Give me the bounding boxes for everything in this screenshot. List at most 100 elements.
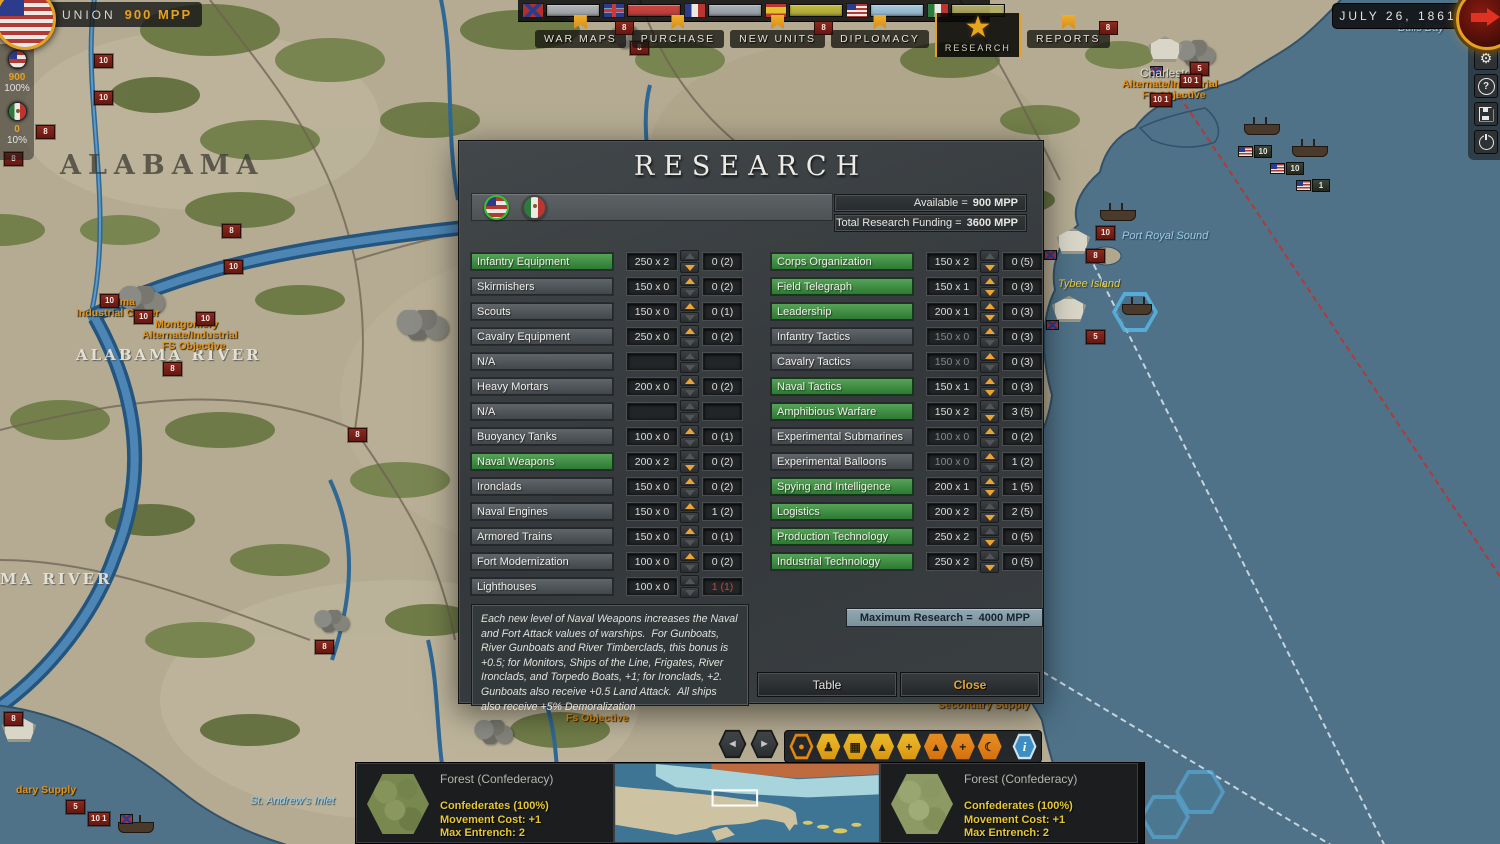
flag-icon[interactable]: [8, 102, 27, 121]
ship-tybee[interactable]: [1122, 304, 1152, 315]
research-item-label[interactable]: Infantry Equipment: [471, 253, 613, 270]
increase-investment-button[interactable]: [980, 525, 999, 536]
research-item-label[interactable]: Cavalry Equipment: [471, 328, 613, 345]
minimap[interactable]: [614, 763, 880, 843]
increase-investment-button[interactable]: [680, 425, 699, 436]
research-item-label[interactable]: Industrial Technology: [771, 553, 913, 570]
decrease-investment-button[interactable]: [980, 512, 999, 523]
increase-investment-button[interactable]: [980, 500, 999, 511]
research-item-label[interactable]: Leadership: [771, 303, 913, 320]
next-unit-button[interactable]: ►: [750, 729, 779, 759]
decrease-investment-button[interactable]: [980, 537, 999, 548]
info-icon[interactable]: i: [1012, 733, 1037, 760]
mexico-flag-select[interactable]: [522, 195, 547, 220]
decrease-investment-button[interactable]: [980, 437, 999, 448]
increase-investment-button[interactable]: [980, 550, 999, 561]
decrease-investment-button[interactable]: [680, 412, 699, 423]
increase-investment-button[interactable]: [680, 300, 699, 311]
close-button[interactable]: Close: [900, 672, 1040, 697]
table-button[interactable]: Table: [757, 672, 897, 697]
increase-investment-button[interactable]: [980, 350, 999, 361]
research-item-label[interactable]: Heavy Mortars: [471, 378, 613, 395]
research-item-label[interactable]: Naval Tactics: [771, 378, 913, 395]
research-item-label[interactable]: Logistics: [771, 503, 913, 520]
research-item-label[interactable]: Scouts: [471, 303, 613, 320]
research-item-label[interactable]: Fort Modernization: [471, 553, 613, 570]
menu-diplomacy[interactable]: ★ Diplomacy: [831, 15, 929, 48]
decrease-investment-button[interactable]: [980, 362, 999, 373]
increase-investment-button[interactable]: [980, 300, 999, 311]
increase-investment-button[interactable]: [980, 325, 999, 336]
decrease-investment-button[interactable]: [980, 412, 999, 423]
increase-investment-button[interactable]: [980, 375, 999, 386]
flag-icon[interactable]: [8, 50, 27, 69]
decrease-investment-button[interactable]: [680, 537, 699, 548]
decrease-investment-button[interactable]: [680, 262, 699, 273]
increase-investment-button[interactable]: [680, 350, 699, 361]
decrease-investment-button[interactable]: [980, 387, 999, 398]
quit-button[interactable]: [1474, 130, 1498, 154]
increase-investment-button[interactable]: [680, 525, 699, 536]
decrease-investment-button[interactable]: [680, 287, 699, 298]
research-item-label[interactable]: Armored Trains: [471, 528, 613, 545]
decrease-investment-button[interactable]: [680, 387, 699, 398]
decrease-investment-button[interactable]: [680, 437, 699, 448]
decrease-investment-button[interactable]: [680, 512, 699, 523]
increase-investment-button[interactable]: [680, 400, 699, 411]
decrease-investment-button[interactable]: [980, 562, 999, 573]
research-item-label[interactable]: Experimental Balloons: [771, 453, 913, 470]
decrease-investment-button[interactable]: [680, 312, 699, 323]
increase-investment-button[interactable]: [980, 425, 999, 436]
research-item-label[interactable]: Cavalry Tactics: [771, 353, 913, 370]
help-button[interactable]: ?: [1474, 74, 1498, 98]
increase-investment-button[interactable]: [980, 400, 999, 411]
usa-flag-select[interactable]: [484, 195, 509, 220]
medic-icon[interactable]: +: [950, 733, 975, 760]
research-item-label[interactable]: Production Technology: [771, 528, 913, 545]
increase-investment-button[interactable]: [680, 450, 699, 461]
town-montgomery[interactable]: [396, 310, 450, 340]
research-item-label[interactable]: Experimental Submarines: [771, 428, 913, 445]
increase-investment-button[interactable]: [980, 250, 999, 261]
increase-investment-button[interactable]: [980, 475, 999, 486]
research-item-label[interactable]: N/A: [471, 353, 613, 370]
headquarters-icon[interactable]: ▦: [843, 733, 868, 760]
increase-investment-button[interactable]: [680, 500, 699, 511]
increase-investment-button[interactable]: [680, 475, 699, 486]
supply-hex-icon[interactable]: ●: [789, 733, 814, 760]
research-item-label[interactable]: Skirmishers: [471, 278, 613, 295]
increase-investment-button[interactable]: [680, 275, 699, 286]
upgrade-icon[interactable]: ▲: [870, 733, 895, 760]
town[interactable]: [474, 720, 514, 744]
previous-unit-button[interactable]: ◄: [718, 729, 747, 759]
unit-mode-icon[interactable]: ♟: [816, 733, 841, 760]
increase-investment-button[interactable]: [680, 375, 699, 386]
decrease-investment-button[interactable]: [680, 362, 699, 373]
menu-reports[interactable]: ★ Reports 8: [1027, 15, 1110, 48]
increase-investment-button[interactable]: [680, 575, 699, 586]
research-item-label[interactable]: Amphibious Warfare: [771, 403, 913, 420]
decrease-investment-button[interactable]: [680, 462, 699, 473]
decrease-investment-button[interactable]: [980, 462, 999, 473]
research-item-label[interactable]: Lighthouses: [471, 578, 613, 595]
union-ship[interactable]: [1292, 146, 1328, 157]
research-item-label[interactable]: Ironclads: [471, 478, 613, 495]
decrease-investment-button[interactable]: [680, 487, 699, 498]
save-button[interactable]: [1474, 102, 1498, 126]
increase-investment-button[interactable]: [980, 275, 999, 286]
research-item-label[interactable]: Spying and Intelligence: [771, 478, 913, 495]
increase-investment-button[interactable]: [980, 450, 999, 461]
increase-investment-button[interactable]: [680, 325, 699, 336]
menu-purchase[interactable]: ★ Purchase: [632, 15, 724, 48]
menu-research[interactable]: ★ Research: [935, 13, 1021, 57]
reinforce-icon[interactable]: +: [897, 733, 922, 760]
union-flag-emblem[interactable]: [0, 0, 56, 50]
decrease-investment-button[interactable]: [680, 587, 699, 598]
research-item-label[interactable]: Corps Organization: [771, 253, 913, 270]
research-item-label[interactable]: Infantry Tactics: [771, 328, 913, 345]
decrease-investment-button[interactable]: [680, 562, 699, 573]
entrench-icon[interactable]: ▲: [923, 733, 948, 760]
town[interactable]: [314, 610, 350, 632]
increase-investment-button[interactable]: [680, 550, 699, 561]
research-item-label[interactable]: Buoyancy Tanks: [471, 428, 613, 445]
